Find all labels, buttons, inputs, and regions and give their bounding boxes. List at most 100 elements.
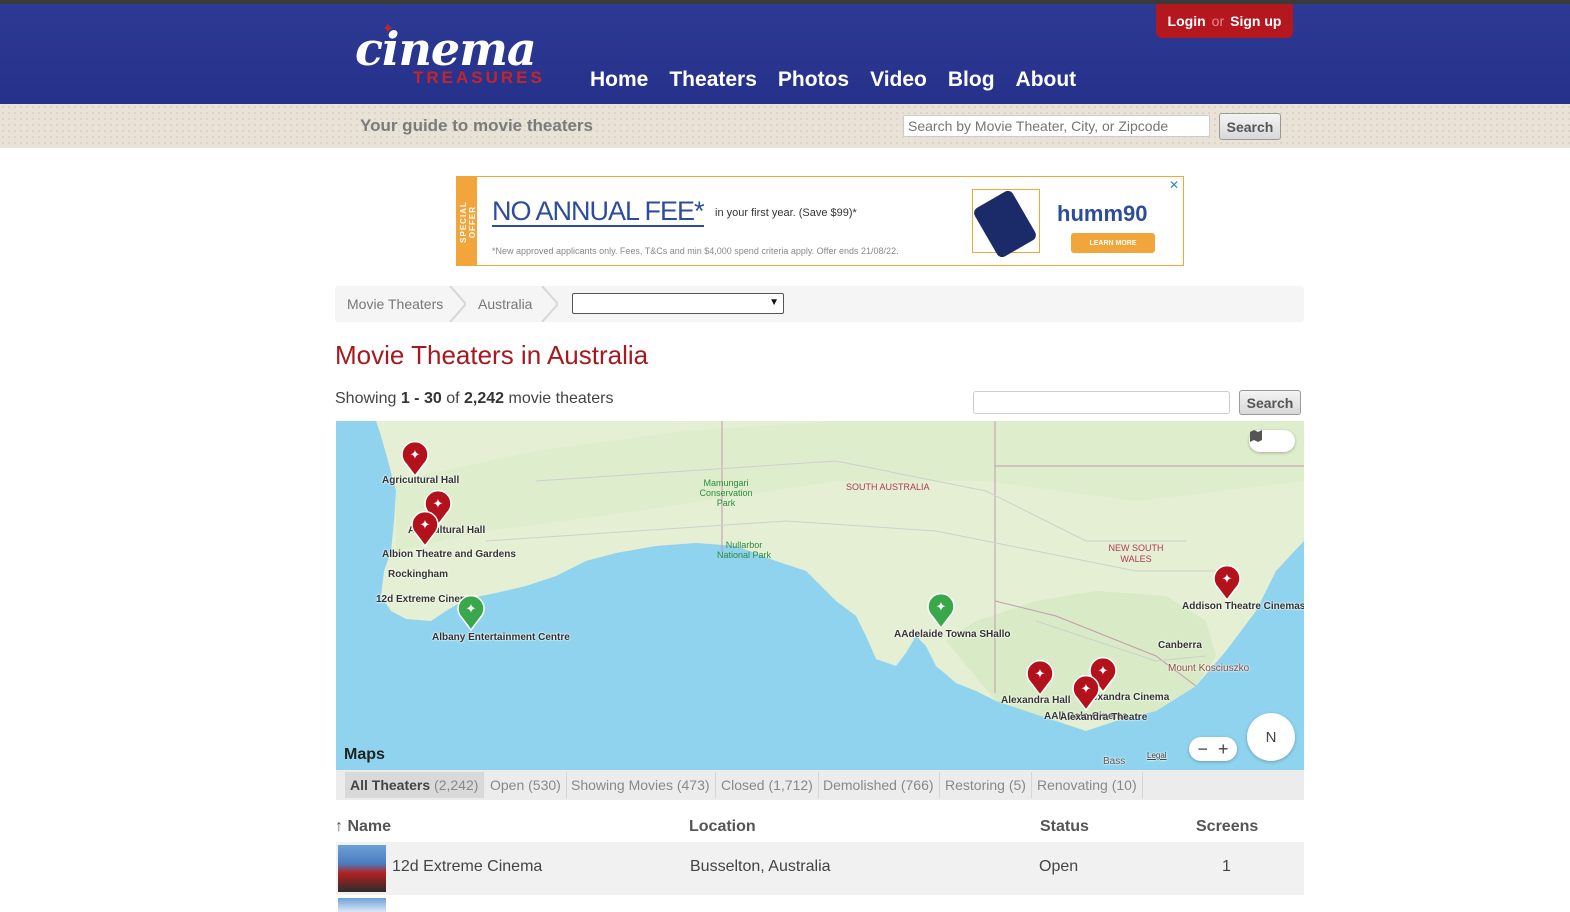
site-search-input[interactable]: [903, 115, 1210, 137]
pin-label: 12d Extreme Cinema: [376, 594, 475, 605]
filter-open[interactable]: Open (530): [485, 772, 567, 798]
filter-label: Renovating: [1037, 777, 1108, 793]
theater-pin-icon[interactable]: ✦: [400, 439, 430, 477]
filter-count: (1,712): [768, 777, 813, 793]
ad-strip: SPECIAL OFFER: [457, 177, 477, 265]
ad-subtext: in your first year. (Save $99)*: [715, 207, 857, 219]
theater-search-input[interactable]: [973, 391, 1230, 414]
nav-about[interactable]: About: [1016, 66, 1077, 94]
theater-pin-open-icon[interactable]: ✦: [456, 593, 486, 631]
map-type-icon[interactable]: [1249, 430, 1295, 452]
column-header-name[interactable]: ↑ Name: [335, 818, 391, 836]
login-link[interactable]: Login: [1168, 13, 1206, 29]
ad-card-image: [971, 188, 1040, 260]
theater-thumbnail[interactable]: [338, 898, 386, 912]
column-header-status[interactable]: Status: [1040, 818, 1089, 836]
result-total: 2,242: [464, 390, 505, 407]
filter-count: (530): [528, 777, 561, 793]
theater-pin-icon[interactable]: ✦: [1025, 658, 1055, 696]
zoom-out-button[interactable]: −: [1197, 739, 1208, 760]
ad-brand: humm90: [1057, 201, 1148, 226]
nav-home[interactable]: Home: [590, 66, 648, 94]
filter-showing-movies[interactable]: Showing Movies (473): [566, 772, 716, 798]
theater-pin-icon[interactable]: ✦: [410, 509, 440, 547]
svg-text:✦: ✦: [420, 517, 431, 532]
theater-pin-open-icon[interactable]: ✦: [926, 591, 956, 629]
status-filter-tabs: All Theaters (2,242) Open (530) Showing …: [336, 770, 1304, 800]
map-fold-icon: [1250, 430, 1262, 442]
theater-status: Open: [1039, 858, 1079, 875]
scallop-divider: [0, 144, 1570, 154]
svg-text:✦: ✦: [466, 601, 477, 616]
filter-demolished[interactable]: Demolished (766): [818, 772, 940, 798]
place-label-bass: Bass: [1103, 756, 1126, 767]
nav-video[interactable]: Video: [870, 66, 927, 94]
filter-label: Open: [490, 777, 525, 793]
nav-theaters[interactable]: Theaters: [669, 66, 757, 94]
result-count: Showing 1 - 30 of 2,242 movie theaters: [335, 390, 613, 408]
region-label-nsw: NEW SOUTH WALES: [1108, 543, 1164, 564]
zoom-in-button[interactable]: +: [1218, 739, 1229, 760]
map-legal-link[interactable]: Legal: [1147, 750, 1167, 762]
logo-main: cinema: [355, 22, 537, 76]
svg-text:✦: ✦: [1035, 666, 1046, 681]
ad-close-icon[interactable]: ✕: [1169, 178, 1179, 192]
site-search-button[interactable]: Search: [1219, 113, 1281, 140]
pin-label: Albany Entertainment Centre: [432, 632, 570, 643]
theater-map[interactable]: SOUTH AUSTRALIA NEW SOUTH WALES Mamungar…: [336, 421, 1304, 770]
filter-count: (473): [676, 777, 710, 793]
theater-screens: 1: [1222, 858, 1231, 875]
table-row[interactable]: 12d Extreme Cinema Busselton, Australia …: [336, 842, 1304, 895]
svg-text:✦: ✦: [1222, 571, 1233, 586]
apple-maps-logo: Maps: [344, 746, 385, 764]
tagline: Your guide to movie theaters: [360, 116, 594, 135]
filter-label: Restoring: [945, 777, 1005, 793]
filter-count: (2,242): [434, 777, 479, 793]
column-header-location[interactable]: Location: [689, 818, 756, 836]
pin-label: Rockingham: [388, 569, 449, 580]
auth-or: or: [1211, 13, 1225, 29]
filter-closed[interactable]: Closed (1,712): [716, 772, 819, 798]
compass-label: N: [1265, 728, 1277, 746]
pin-label: Alexandra Hall: [1001, 695, 1071, 706]
breadcrumb-australia[interactable]: Australia: [478, 286, 532, 322]
signup-link[interactable]: Sign up: [1230, 13, 1281, 29]
nav-photos[interactable]: Photos: [778, 66, 849, 94]
site-header: ✦ cinema TREASURES Home Theaters Photos …: [0, 4, 1570, 104]
column-header-screens[interactable]: Screens: [1196, 818, 1258, 836]
breadcrumb-separator-icon: [449, 286, 466, 322]
pin-label: AAdelaide Towna SHallo: [894, 629, 1011, 640]
logo-sub: TREASURES: [413, 68, 545, 87]
page-title: Movie Theaters in Australia: [335, 340, 649, 370]
breadcrumb-separator-icon: [541, 286, 558, 322]
park-label-mamungari: Mamungari Conservation Park: [699, 478, 753, 508]
region-label-south-australia: SOUTH AUSTRALIA: [846, 482, 930, 492]
theater-location: Busselton, Australia: [690, 858, 831, 875]
place-label-kosciuszko: Mount Kosciuszko: [1168, 663, 1250, 674]
breadcrumb: Movie Theaters Australia: [335, 286, 1304, 322]
region-select[interactable]: ▼: [572, 293, 784, 314]
maps-brand: Maps: [344, 746, 385, 763]
ad-learn-more-button[interactable]: LEARN MORE: [1071, 233, 1155, 253]
filter-label: Showing Movies: [571, 777, 673, 793]
theater-pin-icon[interactable]: ✦: [1071, 673, 1101, 711]
compass-button[interactable]: N: [1247, 713, 1295, 761]
theater-pin-icon[interactable]: ✦: [1212, 563, 1242, 601]
zoom-control: − +: [1189, 737, 1237, 761]
auth-box: Login or Sign up: [1156, 4, 1293, 38]
theater-name-link[interactable]: 12d Extreme Cinema: [392, 858, 542, 876]
ad-strip-label: SPECIAL OFFER: [459, 201, 477, 243]
filter-label: Closed: [721, 777, 765, 793]
theater-thumbnail[interactable]: [338, 845, 386, 892]
nav-blog[interactable]: Blog: [948, 66, 995, 94]
result-count-of: of: [446, 390, 460, 407]
breadcrumb-movie-theaters[interactable]: Movie Theaters: [347, 286, 443, 322]
theater-search-button[interactable]: Search: [1239, 390, 1301, 415]
pin-label: Albion Theatre and Gardens: [382, 549, 516, 560]
site-logo[interactable]: ✦ cinema TREASURES: [355, 20, 555, 96]
filter-all-theaters[interactable]: All Theaters (2,242): [345, 772, 485, 798]
filter-renovating[interactable]: Renovating (10): [1032, 772, 1143, 798]
result-count-prefix: Showing: [335, 390, 397, 407]
ad-banner[interactable]: SPECIAL OFFER NO ANNUAL FEE* in your fir…: [456, 176, 1184, 266]
filter-restoring[interactable]: Restoring (5): [940, 772, 1032, 798]
